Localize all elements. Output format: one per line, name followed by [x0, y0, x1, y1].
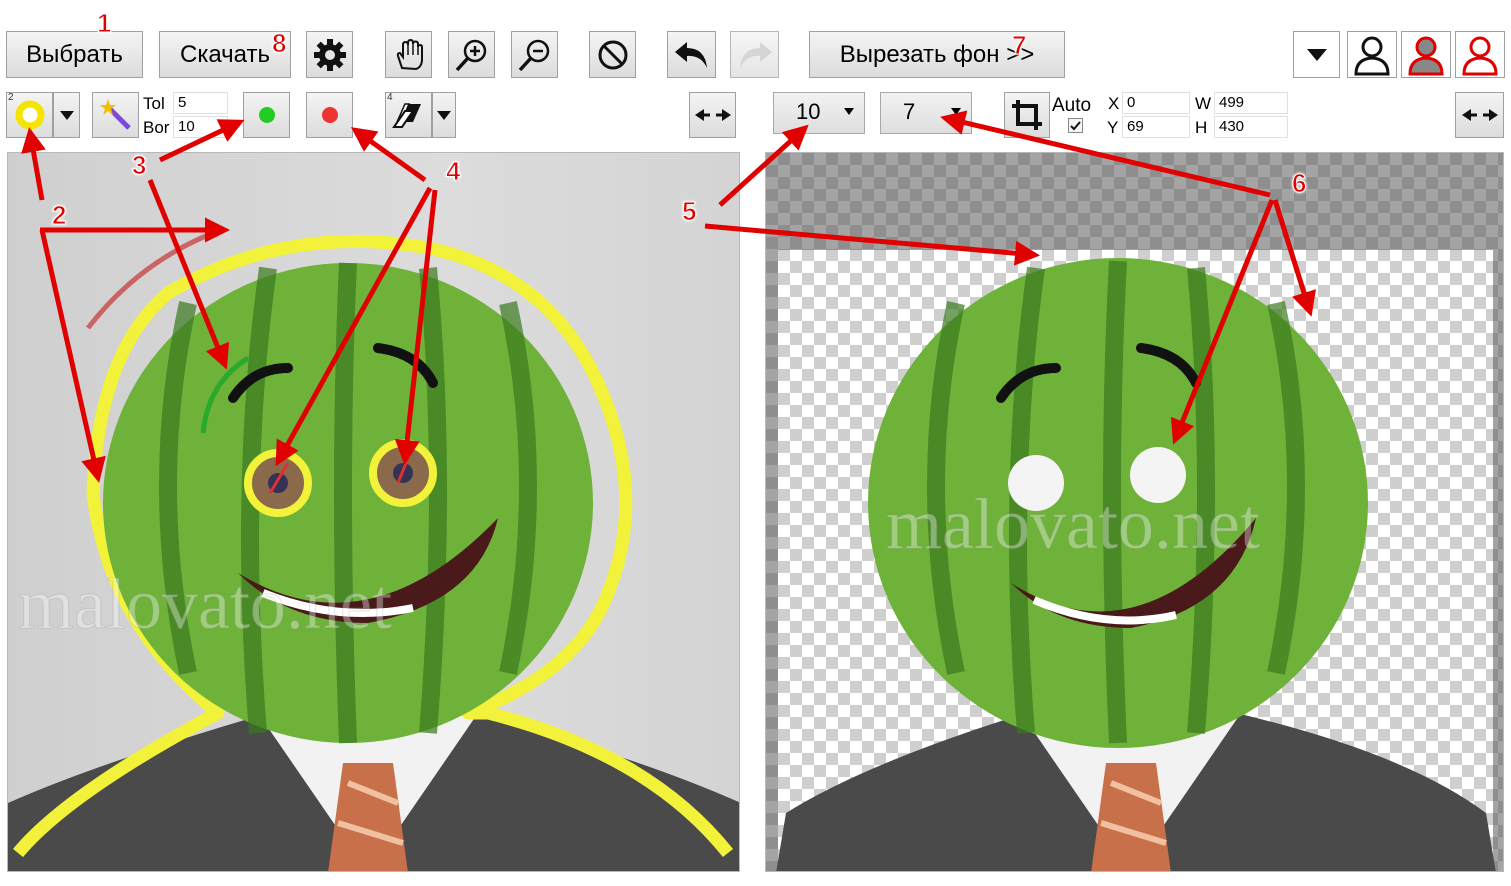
annotation-7: 7 [1011, 30, 1027, 61]
undo-icon [674, 41, 707, 68]
watermark-left: malovato.net [18, 564, 393, 645]
pan-button[interactable] [385, 31, 432, 78]
crop-w-label: W [1195, 94, 1212, 113]
undo-button[interactable] [667, 31, 716, 78]
clear-button[interactable] [589, 31, 636, 78]
user-outline-icon [1354, 36, 1390, 75]
blur-select-value: 10 [796, 99, 821, 124]
cut-background-button[interactable]: Вырезать фон >> [809, 31, 1065, 78]
crop-w-input[interactable]: 499 [1214, 92, 1288, 114]
user-dropdown-button[interactable] [1293, 31, 1340, 78]
green-dot-icon [258, 107, 275, 123]
zoom-in-icon [455, 39, 486, 71]
gear-icon [313, 38, 346, 71]
eraser-size-label: 4 [387, 92, 393, 103]
redo-icon [739, 41, 772, 68]
user-gray-icon [1408, 36, 1444, 75]
magic-wand-button[interactable] [92, 92, 139, 138]
check-icon [1070, 121, 1081, 131]
chevron-down-icon [59, 110, 74, 120]
bor-label: Bor [143, 118, 170, 137]
remove-marker-button[interactable] [306, 92, 353, 138]
magic-wand-icon [99, 99, 131, 130]
annotation-1: 1 [96, 8, 112, 39]
zoom-out-icon [518, 39, 549, 71]
red-dot-icon [321, 107, 338, 123]
eraser-icon [391, 103, 421, 128]
crop-y-input[interactable]: 69 [1122, 116, 1190, 138]
yellow-ring-icon [15, 100, 44, 130]
annotation-6: 6 [1291, 168, 1307, 199]
border-select[interactable]: 7 [880, 92, 972, 134]
settings-button[interactable] [306, 31, 353, 78]
swap-left-button[interactable] [689, 92, 736, 138]
crop-x-input[interactable]: 0 [1122, 92, 1190, 114]
chevron-down-icon [437, 110, 451, 120]
edit-canvas[interactable]: malovato.net [7, 152, 740, 872]
chevron-down-icon [844, 108, 854, 115]
swap-right-button[interactable] [1455, 92, 1504, 138]
brush-dropdown-button[interactable] [53, 92, 80, 138]
swap-arrows-icon [1461, 109, 1498, 121]
blur-select[interactable]: 10 [773, 92, 865, 134]
result-canvas: malovato.net [765, 152, 1504, 872]
auto-label: Auto [1052, 95, 1092, 116]
annotation-2: 2 [51, 200, 67, 231]
crop-h-label: H [1195, 118, 1208, 137]
chevron-down-icon [951, 108, 961, 115]
border-select-value: 7 [903, 99, 916, 124]
swap-arrows-icon [694, 109, 731, 121]
zoom-out-button[interactable] [511, 31, 558, 78]
crop-h-input[interactable]: 430 [1214, 116, 1288, 138]
zoom-in-button[interactable] [448, 31, 495, 78]
chevron-down-icon [1306, 48, 1327, 61]
eraser-dropdown-button[interactable] [432, 92, 456, 138]
redo-button[interactable] [730, 31, 779, 78]
hand-icon [396, 38, 423, 70]
annotation-5: 5 [681, 196, 697, 227]
select-button-label: Выбрать [26, 40, 123, 68]
annotation-4: 4 [445, 156, 461, 187]
cancel-icon [598, 40, 627, 69]
crop-y-label: Y [1107, 118, 1119, 137]
user-red-button[interactable] [1455, 31, 1505, 78]
keep-marker-button[interactable] [243, 92, 290, 138]
crop-icon [1012, 100, 1042, 130]
brush-size-label: 2 [8, 92, 14, 103]
watermark-right: malovato.net [886, 484, 1261, 565]
tol-label: Tol [143, 94, 165, 113]
crop-button[interactable] [1004, 92, 1050, 138]
download-button-label: Скачать [180, 40, 270, 68]
bor-input[interactable]: 10 [173, 116, 228, 138]
user-gray-button[interactable] [1401, 31, 1451, 78]
annotation-3: 3 [131, 150, 147, 181]
edit-canvas-image [8, 230, 739, 871]
auto-checkbox[interactable] [1068, 118, 1083, 133]
tol-input[interactable]: 5 [173, 92, 228, 114]
select-button[interactable]: Выбрать [6, 31, 143, 78]
user-outline-button[interactable] [1347, 31, 1397, 78]
cut-background-label: Вырезать фон >> [839, 40, 1035, 68]
annotation-8: 8 [271, 28, 287, 59]
user-red-icon [1462, 36, 1498, 75]
crop-x-label: X [1108, 94, 1120, 113]
